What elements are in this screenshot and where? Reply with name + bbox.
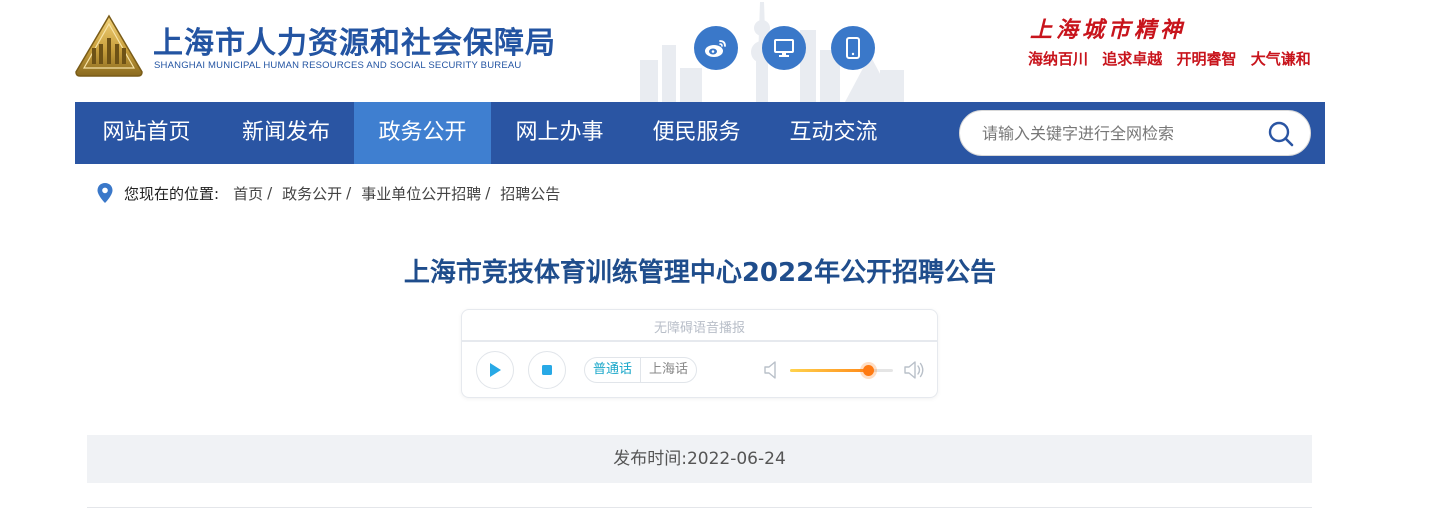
nav-item-home[interactable]: 网站首页 xyxy=(75,102,218,164)
nav-item-government-affairs[interactable]: 政务公开 xyxy=(354,102,491,164)
breadcrumb-announcement[interactable]: 招聘公告 xyxy=(500,183,560,204)
spirit-phrase: 追求卓越 xyxy=(1102,50,1163,68)
breadcrumb-lead: 您现在的位置: xyxy=(124,184,220,203)
play-button[interactable] xyxy=(476,351,514,389)
desktop-version-button[interactable] xyxy=(762,26,806,70)
city-spirit-title: 上海城市精神 xyxy=(1030,17,1187,43)
breadcrumb-government-affairs[interactable]: 政务公开 xyxy=(282,183,342,204)
nav-item-interaction[interactable]: 互动交流 xyxy=(765,102,902,164)
volume-slider[interactable] xyxy=(790,365,893,376)
language-toggle: 普通话 上海话 xyxy=(584,357,698,383)
volume-slider-fill xyxy=(790,369,869,372)
weibo-icon xyxy=(705,40,726,57)
search-icon[interactable] xyxy=(1268,121,1294,147)
breadcrumb-recruitment[interactable]: 事业单位公开招聘 xyxy=(361,183,481,204)
article-title: 上海市竞技体育训练管理中心2022年公开招聘公告 xyxy=(403,258,997,288)
search-box xyxy=(959,110,1311,156)
stop-icon xyxy=(542,365,552,375)
nav-item-online-services[interactable]: 网上办事 xyxy=(491,102,628,164)
spirit-phrase: 开明睿智 xyxy=(1176,50,1237,68)
spirit-phrase: 海纳百川 xyxy=(1028,50,1089,68)
location-pin-icon xyxy=(97,183,113,203)
bureau-emblem-icon[interactable] xyxy=(74,14,144,78)
breadcrumb: 您现在的位置: 首页 / 政务公开 / 事业单位公开招聘 / 招聘公告 xyxy=(96,182,560,204)
city-spirit-phrases: 海纳百川 追求卓越 开明睿智 大气谦和 xyxy=(1028,48,1320,69)
breadcrumb-home[interactable]: 首页 xyxy=(233,183,263,204)
lang-shanghainese-button[interactable]: 上海话 xyxy=(640,358,696,382)
main-nav: 网站首页 新闻发布 政务公开 网上办事 便民服务 互动交流 xyxy=(75,102,1325,164)
playback-progress-bar[interactable] xyxy=(462,340,937,342)
mobile-icon xyxy=(846,37,860,59)
weibo-button[interactable] xyxy=(694,26,738,70)
site-header: 上海市人力资源和社会保障局 SHANGHAI MUNICIPAL HUMAN R… xyxy=(0,0,1440,102)
volume-low-icon[interactable] xyxy=(763,360,779,380)
nav-item-news[interactable]: 新闻发布 xyxy=(218,102,354,164)
volume-slider-knob[interactable] xyxy=(862,365,874,376)
divider xyxy=(87,507,1312,508)
nav-item-public-services[interactable]: 便民服务 xyxy=(628,102,765,164)
monitor-icon xyxy=(774,39,794,57)
org-name[interactable]: 上海市人力资源和社会保障局 xyxy=(153,18,556,62)
play-icon xyxy=(490,363,501,377)
search-input[interactable] xyxy=(982,111,1262,155)
publish-date: 发布时间:2022-06-24 xyxy=(87,435,1312,483)
audio-player: 无障碍语音播报 普通话 上海话 xyxy=(461,309,938,398)
volume-high-icon[interactable] xyxy=(903,360,925,380)
org-name-en: SHANGHAI MUNICIPAL HUMAN RESOURCES AND S… xyxy=(154,60,522,71)
lang-mandarin-button[interactable]: 普通话 xyxy=(585,358,640,382)
player-label: 无障碍语音播报 xyxy=(653,321,745,336)
spirit-phrase: 大气谦和 xyxy=(1250,50,1311,68)
stop-button[interactable] xyxy=(528,351,566,389)
mobile-version-button[interactable] xyxy=(831,26,875,70)
